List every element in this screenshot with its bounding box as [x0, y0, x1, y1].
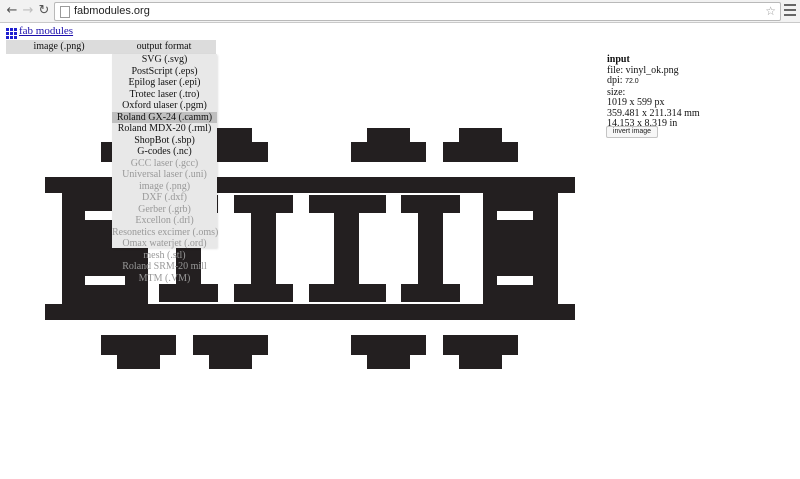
address-bar[interactable]: fabmodules.org ☆ [54, 2, 781, 21]
dropdown-item[interactable]: G-codes (.nc) [112, 146, 217, 158]
app-title-link[interactable]: fab modules [19, 25, 73, 37]
fab-modules-logo-icon [6, 28, 17, 39]
dropdown-item[interactable]: Universal laser (.uni) [112, 169, 217, 181]
dropdown-item[interactable]: MTM (.VM) [112, 273, 217, 285]
page-icon [60, 6, 70, 18]
dpi-row: dpi: 72.0 [607, 75, 700, 88]
dropdown-item[interactable]: Roland GX-24 (.camm) [112, 111, 217, 123]
input-format-button[interactable]: image (.png) [6, 40, 112, 54]
dropdown-item[interactable]: Roland MDX-20 (.rml) [112, 123, 217, 135]
invert-image-button[interactable]: invert image [606, 126, 658, 138]
size-px: 1019 x 599 px [607, 97, 665, 108]
forward-arrow-icon[interactable]: → [20, 3, 36, 19]
file-value: vinyl_ok.png [625, 64, 679, 76]
star-icon[interactable]: ☆ [765, 3, 776, 19]
dropdown-item[interactable]: SVG (.svg) [112, 54, 217, 66]
dpi-value[interactable]: 72.0 [625, 78, 639, 85]
hamburger-menu-icon[interactable] [784, 4, 796, 18]
dropdown-item[interactable]: ShopBot (.sbp) [112, 135, 217, 147]
dropdown-item[interactable]: DXF (.dxf) [112, 192, 217, 204]
url-text[interactable]: fabmodules.org [74, 4, 150, 19]
dropdown-item[interactable]: Excellon (.drl) [112, 215, 217, 227]
dropdown-item[interactable]: Gerber (.grb) [112, 204, 217, 216]
output-format-dropdown[interactable]: SVG (.svg) PostScript (.eps) Epilog laser … [112, 54, 218, 284]
back-arrow-icon[interactable]: ← [4, 3, 20, 19]
dropdown-item[interactable]: Resonetics excimer (.oms) [112, 227, 218, 239]
dropdown-item[interactable]: PostScript (.eps) [112, 66, 217, 78]
dropdown-item[interactable]: Epilog laser (.epi) [112, 77, 217, 89]
file-label: file: [607, 64, 624, 76]
dropdown-item[interactable]: Roland SRM-20 mill [112, 261, 217, 273]
browser-toolbar: ← → ↻ fabmodules.org ☆ [0, 0, 800, 23]
dropdown-item[interactable]: Trotec laser (.tro) [112, 89, 217, 101]
dpi-label: dpi: [607, 75, 623, 86]
dropdown-item[interactable]: Oxford ulaser (.pgm) [112, 100, 217, 112]
dropdown-item[interactable]: Omax waterjet (.ord) [112, 238, 217, 250]
dropdown-item[interactable]: mesh (.stl) [112, 250, 217, 262]
input-info-panel: input file: vinyl_ok.png dpi: 72.0 size:… [607, 54, 700, 130]
dropdown-item[interactable]: image (.png) [112, 181, 217, 193]
reload-icon[interactable]: ↻ [36, 3, 52, 19]
output-format-button[interactable]: output format [112, 40, 216, 54]
dropdown-item[interactable]: GCC laser (.gcc) [112, 158, 217, 170]
